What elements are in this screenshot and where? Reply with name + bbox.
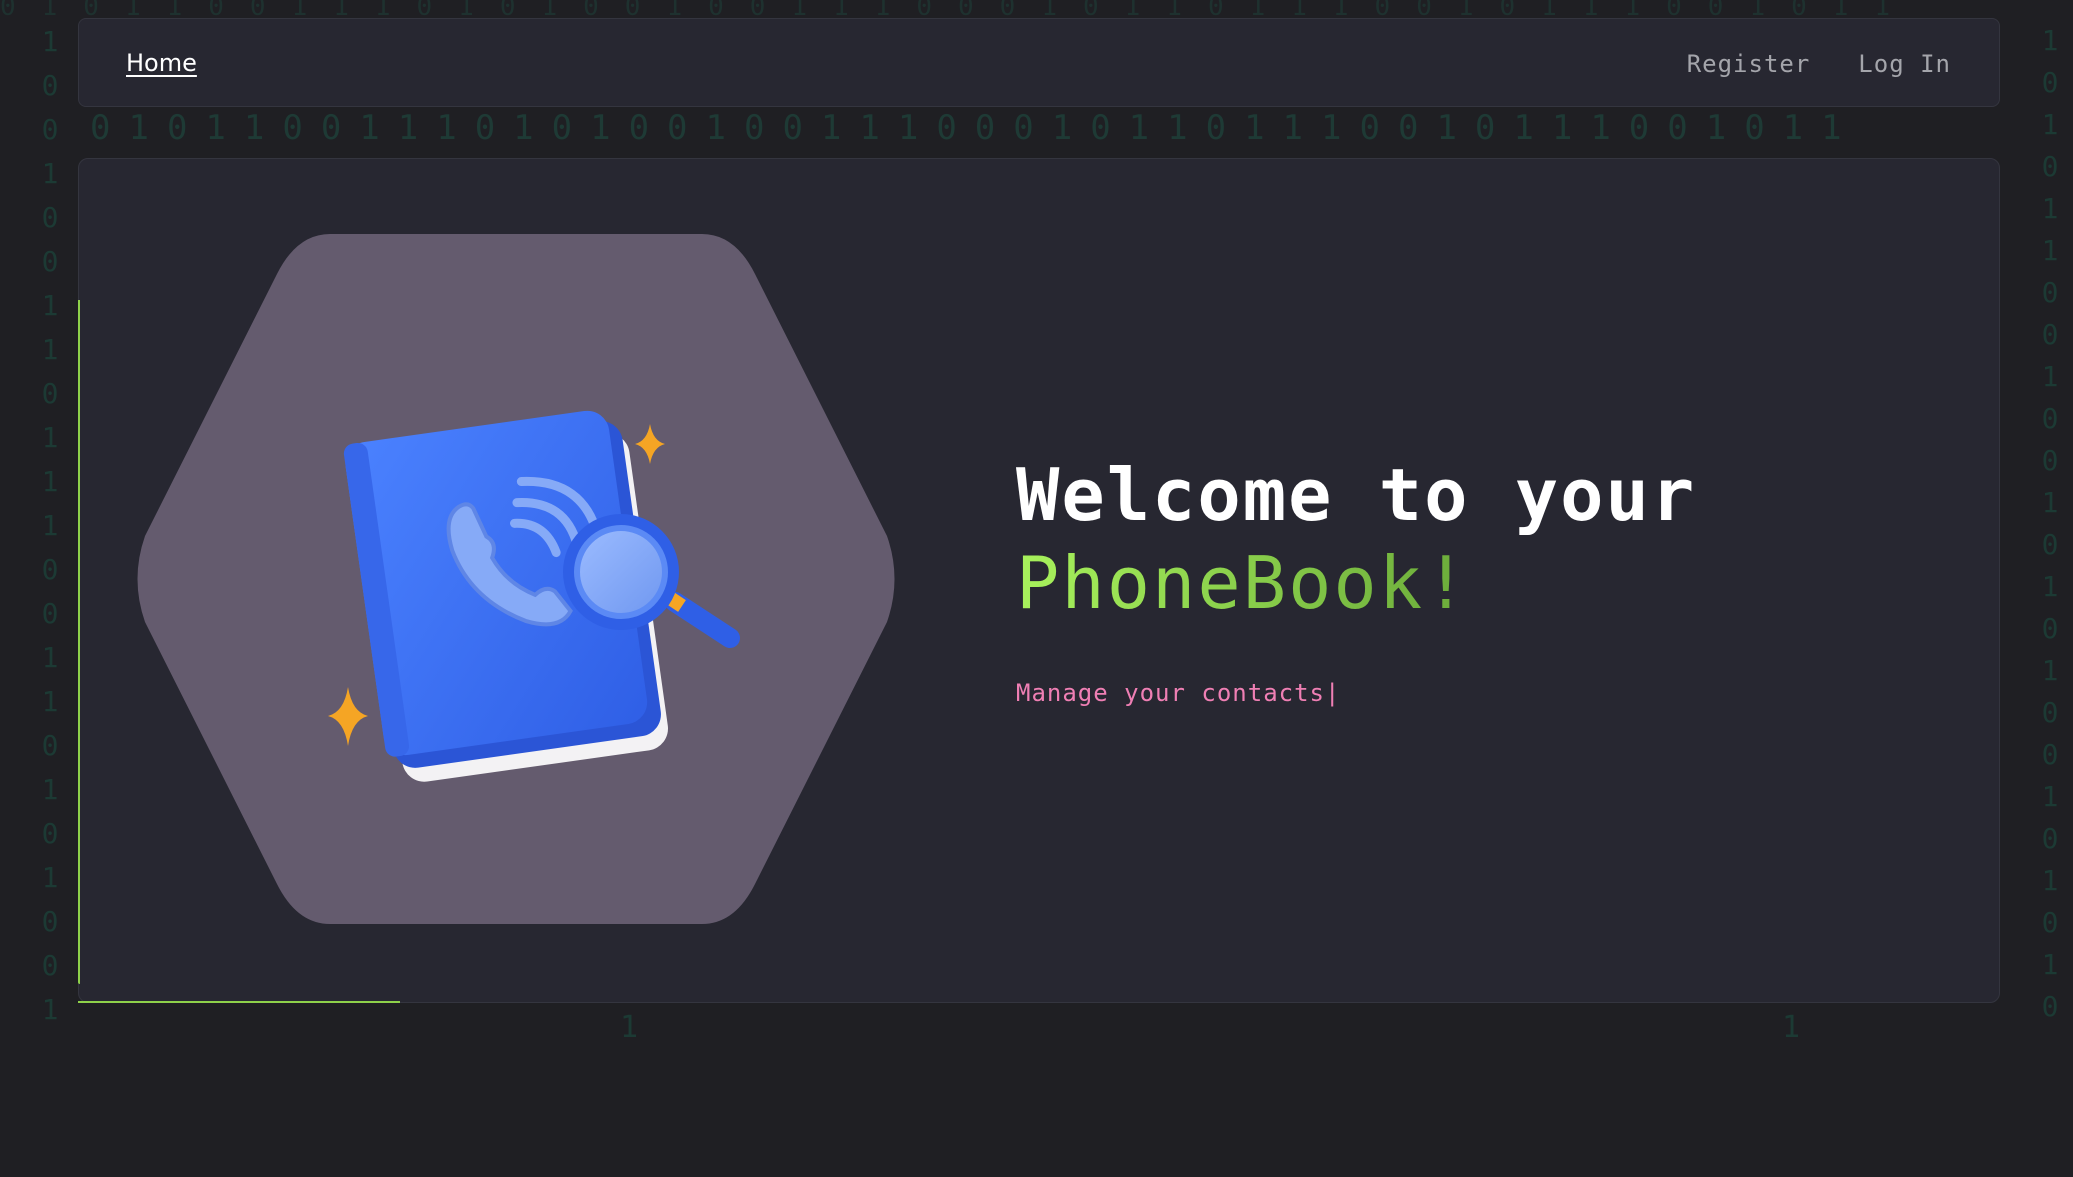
hero-accent-line-horizontal [78,1001,400,1003]
hero-accent-line-vertical [78,300,80,984]
binary-digit-stray-2: 1 [1782,1010,1801,1045]
nav-register-link[interactable]: Register [1687,50,1811,78]
nav-login-link[interactable]: Log In [1858,50,1951,78]
typing-cursor: | [1324,679,1341,707]
hero-headline: Welcome to your PhoneBook! [1016,451,1696,627]
nav-home-link[interactable]: Home [126,19,197,108]
binary-digit-stray-1: 1 [620,1010,639,1045]
nav-auth-links: Register Log In [1687,19,1951,108]
headline-line1: Welcome to your [1016,453,1697,537]
binary-column-right: 101011001001010100101010 [2041,24,2059,1023]
binary-row-mid: 0101100111010100100111000101101110010111… [90,108,1860,148]
hero-illustration [137,234,895,924]
brand-name: PhoneBook! [1016,541,1470,625]
top-navbar: Home Register Log In [78,18,2000,107]
hero-tagline: Manage your contacts| [1016,679,1696,707]
hero-text: Welcome to your PhoneBook! Manage your c… [1016,451,1696,707]
hero-card: Welcome to your PhoneBook! Manage your c… [78,158,2000,1003]
binary-column-left: 10010011011100110101001 [41,25,59,1026]
tagline-text: Manage your contacts [1016,679,1325,707]
